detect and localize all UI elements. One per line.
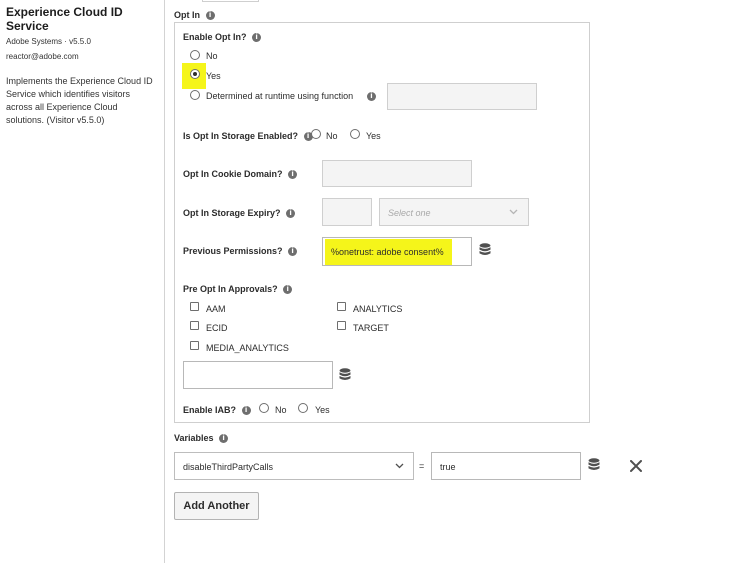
approval-aam-checkbox[interactable] (190, 302, 199, 311)
extension-sidebar: Experience Cloud ID Service Adobe System… (0, 0, 165, 563)
storage-enabled-yes-radio[interactable] (350, 129, 360, 139)
variable-name-value: disableThirdPartyCalls (183, 462, 274, 472)
pre-approvals-data-input[interactable] (183, 361, 333, 389)
storage-expiry-input[interactable] (322, 198, 372, 226)
enable-opt-in-no-label: No (206, 51, 218, 61)
add-another-button[interactable]: Add Another (174, 492, 259, 520)
approval-analytics-label: ANALYTICS (353, 304, 403, 314)
storage-enabled-no-radio[interactable] (311, 129, 321, 139)
cookie-domain-text: Opt In Cookie Domain? (183, 169, 283, 179)
storage-expiry-unit-placeholder: Select one (388, 208, 431, 218)
approval-media-analytics-label: MEDIA_ANALYTICS (206, 343, 289, 353)
info-icon[interactable]: i (219, 434, 229, 444)
info-icon[interactable]: i (288, 247, 298, 257)
variable-value-input[interactable]: true (431, 452, 581, 480)
storage-enabled-text: Is Opt In Storage Enabled? (183, 131, 299, 141)
approval-analytics-checkbox[interactable] (337, 302, 346, 311)
approval-target-label: TARGET (353, 323, 389, 333)
chevron-down-icon (509, 209, 518, 215)
extension-vendor: Adobe Systems · v5.5.0 (6, 37, 91, 46)
pre-approvals-label: Pre Opt In Approvals? i (183, 284, 293, 295)
enable-iab-yes-radio[interactable] (298, 403, 308, 413)
approval-ecid-label: ECID (206, 323, 228, 333)
extension-description: Implements the Experience Cloud ID Servi… (6, 76, 153, 125)
enable-opt-in-yes-label: Yes (206, 71, 221, 81)
storage-expiry-label: Opt In Storage Expiry? i (183, 208, 296, 219)
previous-permissions-label: Previous Permissions? i (183, 246, 298, 257)
previous-permissions-text: Previous Permissions? (183, 246, 283, 256)
enable-opt-in-no-radio[interactable] (190, 50, 200, 60)
approval-target-checkbox[interactable] (337, 321, 346, 330)
pre-approvals-text: Pre Opt In Approvals? (183, 284, 278, 294)
enable-opt-in-text: Enable Opt In? (183, 32, 247, 42)
enable-opt-in-yes-radio[interactable] (190, 69, 200, 79)
info-icon[interactable]: i (367, 92, 376, 101)
data-element-icon[interactable] (479, 243, 491, 257)
variables-section-label: Variables i (174, 433, 229, 444)
opt-in-section-text: Opt In (174, 10, 200, 20)
storage-enabled-label: Is Opt In Storage Enabled? i (183, 131, 313, 142)
close-icon[interactable] (630, 460, 642, 472)
opt-in-section-label: Opt In i (174, 10, 215, 21)
variables-section-text: Variables (174, 433, 214, 443)
info-icon[interactable]: i (286, 209, 296, 219)
storage-expiry-unit-select[interactable]: Select one (379, 198, 529, 226)
info-icon[interactable]: i (283, 285, 293, 295)
enable-opt-in-runtime-label: Determined at runtime using function (206, 91, 354, 101)
cookie-domain-input[interactable] (322, 160, 472, 187)
chevron-down-icon (395, 463, 404, 469)
storage-enabled-yes-label: Yes (366, 131, 381, 141)
cookie-domain-label: Opt In Cookie Domain? i (183, 169, 298, 180)
extension-name: Experience Cloud ID Service (6, 5, 123, 33)
storage-expiry-text: Opt In Storage Expiry? (183, 208, 281, 218)
enable-iab-no-label: No (275, 405, 287, 415)
previous-field-edge (202, 0, 259, 2)
approval-aam-label: AAM (206, 304, 226, 314)
data-element-icon[interactable] (588, 458, 600, 472)
info-icon[interactable]: i (252, 33, 262, 43)
approval-ecid-checkbox[interactable] (190, 321, 199, 330)
info-icon[interactable]: i (205, 11, 215, 21)
approval-media-analytics-checkbox[interactable] (190, 341, 199, 350)
info-icon[interactable]: i (288, 170, 298, 180)
enable-opt-in-runtime-radio[interactable] (190, 90, 200, 100)
equals-sign: = (419, 461, 425, 471)
runtime-function-input[interactable] (387, 83, 537, 110)
enable-iab-label: Enable IAB? i (183, 405, 251, 416)
variable-value-text: true (440, 462, 456, 472)
extension-email: reactor@adobe.com (6, 52, 79, 61)
storage-enabled-no-label: No (326, 131, 338, 141)
enable-iab-text: Enable IAB? (183, 405, 237, 415)
info-icon[interactable]: i (241, 406, 251, 416)
enable-opt-in-label: Enable Opt In? i (183, 32, 262, 43)
data-element-icon[interactable] (339, 368, 351, 382)
variable-name-select[interactable]: disableThirdPartyCalls (174, 452, 414, 480)
enable-iab-yes-label: Yes (315, 405, 330, 415)
previous-permissions-value: %onetrust: adobe consent% (331, 247, 444, 257)
enable-iab-no-radio[interactable] (259, 403, 269, 413)
